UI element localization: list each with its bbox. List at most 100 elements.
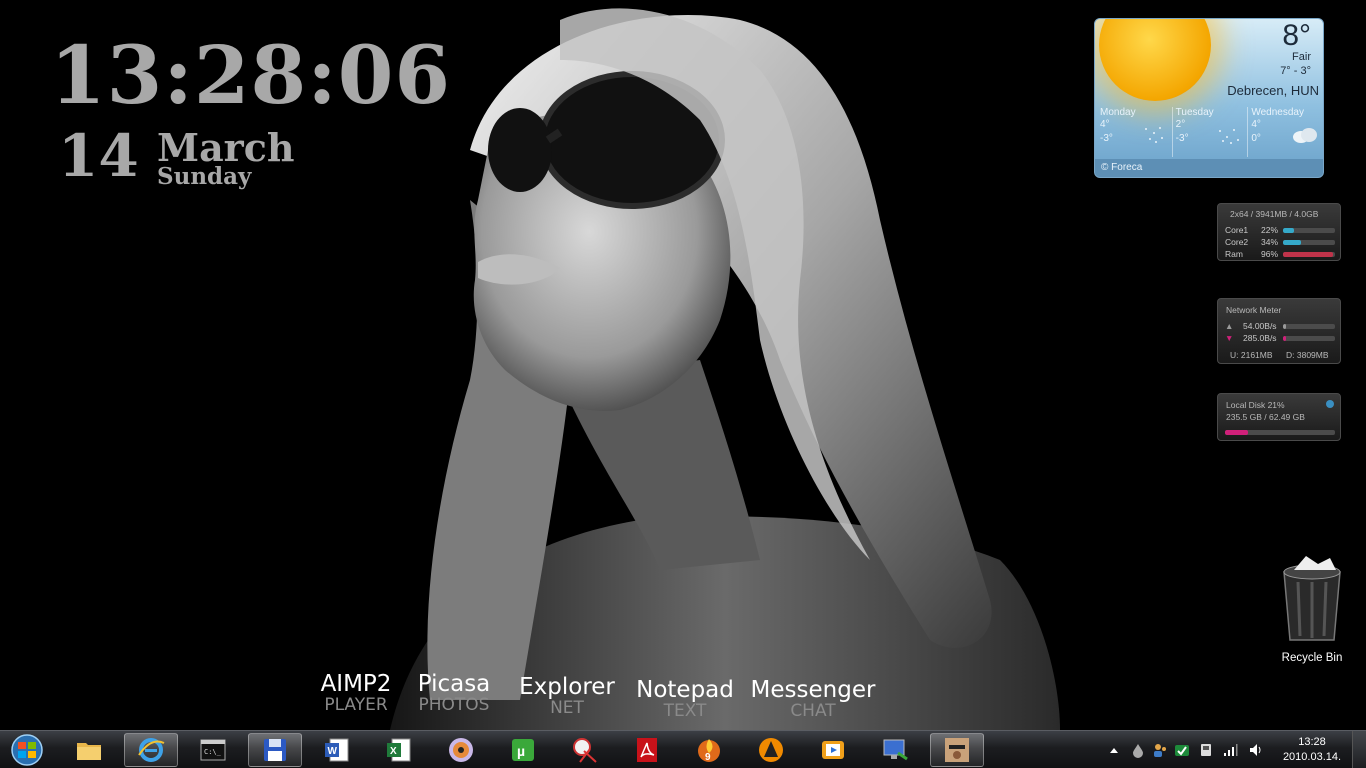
svg-text:9: 9 [705,752,711,763]
meter-row-label: Core2 [1225,237,1249,247]
taskbar-button-vlc[interactable] [744,733,798,767]
users-icon[interactable] [1152,742,1168,758]
download-rate: 285.0B/s [1243,333,1277,343]
taskbar-clock[interactable]: 13:28 2010.03.14. [1282,735,1342,765]
taskbar-button-nero[interactable]: 9 [682,733,736,767]
taskbar-button-disc-burner[interactable] [434,733,488,767]
weather-gadget[interactable]: 8° Fair 7° - 3° Debrecen, HUN Monday 4° … [1094,18,1324,178]
dock-item-picasa[interactable]: Picasa PHOTOS [412,672,496,714]
cpu-meter-gadget[interactable]: 2x64 / 3941MB / 4.0GB Core1 22% Core2 34… [1217,203,1341,261]
water-drop-icon[interactable] [1130,742,1146,758]
dock-item-subtitle: PLAYER [324,695,388,715]
device-icon[interactable] [1198,742,1214,758]
svg-text:W: W [328,746,338,757]
taskbar-button-remote-desktop[interactable] [868,733,922,767]
weather-credit: © Foreca [1095,159,1323,177]
check-icon[interactable] [1174,742,1190,758]
taskbar-button-word[interactable]: W [310,733,364,767]
show-hidden-icons-icon[interactable] [1106,742,1122,758]
start-button[interactable] [2,732,52,768]
volume-icon[interactable] [1248,742,1264,758]
snipping-tool-icon [573,738,597,763]
meter-bar-fill [1283,240,1301,245]
desktop-clock-day: 14 [58,122,139,190]
forecast-day-name: Monday [1100,107,1136,118]
taskbar-button-floppy-disk[interactable] [248,733,302,767]
forecast-day-name: Tuesday [1175,107,1214,118]
acrobat-icon [637,738,657,762]
network-meter-gadget[interactable]: Network Meter ▲ 54.00B/s ▼ 285.0B/s U: 2… [1217,298,1341,364]
word-icon: W [325,738,349,762]
taskbar-button-snipping-tool[interactable] [558,733,612,767]
meter-bar-fill [1283,324,1286,329]
snow-icon [1144,127,1163,143]
dock-item-subtitle: TEXT [663,701,707,721]
upload-arrow-icon: ▲ [1225,321,1234,331]
forecast-day: Monday 4° -3° [1097,107,1173,157]
disk-meter-title: Local Disk 21% [1226,400,1285,410]
disk-bar-fill [1225,430,1249,435]
disk-meter-detail: 235.5 GB / 62.49 GB [1226,412,1305,422]
meter-row-value: 96% [1261,249,1279,259]
dock-item-name: Explorer [519,674,615,700]
dock-item-explorer[interactable]: Explorer NET [512,675,622,717]
disk-meter-gadget[interactable]: Local Disk 21% 235.5 GB / 62.49 GB [1217,393,1341,441]
dock-item-name: AIMP2 [320,671,392,697]
taskbar-button-utorrent[interactable]: µ [496,733,550,767]
cpu-meter-row: Core1 22% [1225,225,1337,235]
excel-icon: X [387,738,411,762]
meter-bar [1283,336,1335,341]
weather-range: 7° - 3° [1280,65,1311,77]
game-icon [945,738,969,762]
network-meter-title: Network Meter [1226,305,1282,315]
taskbar-button-excel[interactable]: X [372,733,426,767]
weather-temperature: 8° [1282,19,1311,52]
media-player-icon [822,741,844,759]
taskbar-clock-time: 13:28 [1298,736,1326,748]
show-desktop-button[interactable] [1352,731,1366,768]
meter-bar-fill [1283,228,1295,233]
forecast-day: Tuesday 2° -3° [1173,107,1249,157]
network-signal-icon[interactable] [1222,742,1238,758]
taskbar-button-folder[interactable] [62,733,116,767]
remote-desktop-icon [883,739,908,761]
recycle-bin[interactable]: Recycle Bin [1270,552,1354,670]
dock-item-subtitle: NET [550,698,584,718]
taskbar-clock-date: 2010.03.14. [1282,751,1342,763]
floppy-disk-icon [264,739,286,761]
taskbar-button-internet-explorer[interactable] [124,733,178,767]
dock-item-notepad[interactable]: Notepad TEXT [630,678,740,720]
utorrent-icon: µ [512,739,534,761]
dock-item-messenger[interactable]: Messenger CHAT [748,678,878,720]
sun-icon [1099,19,1211,101]
disc-burner-icon [449,738,473,762]
taskbar-button-media-player[interactable] [806,733,860,767]
cpu-meter-row: Core2 34% [1225,237,1337,247]
notification-area [1102,731,1282,768]
weather-forecast: Monday 4° -3° Tuesday 2° -3° Wednesday 4… [1097,107,1323,157]
cloud-icon [1293,128,1318,143]
windows-orb-icon [11,734,43,766]
upload-rate: 54.00B/s [1243,321,1277,331]
meter-row-label: Core1 [1225,225,1249,235]
weather-condition: Fair [1292,51,1311,63]
taskbar-button-game[interactable] [930,733,984,767]
taskbar-button-command-prompt[interactable]: C:\_ [186,733,240,767]
disk-info-icon[interactable] [1326,400,1334,408]
taskbar-button-acrobat[interactable] [620,733,674,767]
dock-item-aimp2[interactable]: AIMP2 PLAYER [316,672,396,714]
meter-row-value: 34% [1261,237,1279,247]
desktop[interactable]: 13:28:06 14 March Sunday 8° Fair 7° - 3°… [0,0,1366,768]
folder-icon [77,743,101,760]
network-download-row: ▼ 285.0B/s [1225,333,1337,343]
disk-bar [1225,430,1335,435]
desktop-clock-weekday: Sunday [157,163,252,190]
download-arrow-icon: ▼ [1225,333,1234,343]
meter-row-label: Ram [1225,249,1243,259]
dock-item-name: Notepad [636,677,734,703]
weather-city: Debrecen, HUN [1227,83,1319,98]
svg-text:C:\_: C:\_ [204,748,222,756]
meter-bar-fill [1283,336,1286,341]
network-upload-row: ▲ 54.00B/s [1225,321,1337,331]
recycle-bin-icon [1283,556,1341,641]
